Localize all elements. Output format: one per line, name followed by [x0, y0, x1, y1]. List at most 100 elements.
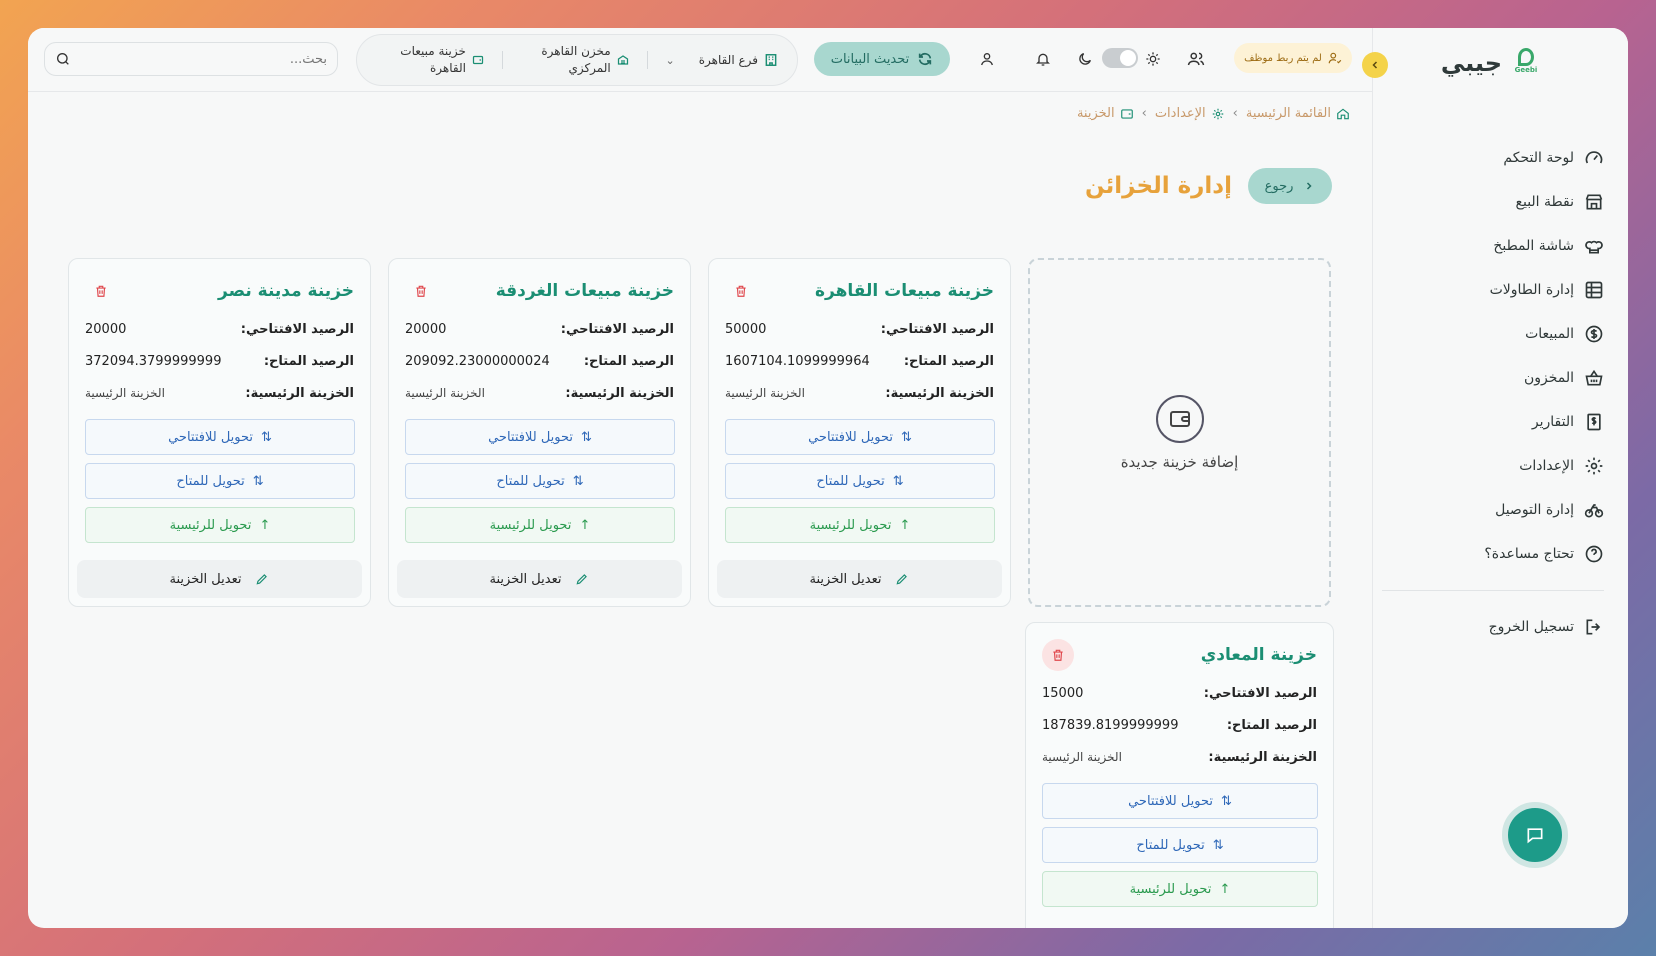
sidebar-collapse-button[interactable]	[1362, 52, 1388, 78]
sidebar-item-sales[interactable]: المبيعات	[1394, 312, 1604, 356]
branch-selector[interactable]: ⌄ فرع القاهرة	[666, 52, 779, 69]
swap-vertical-icon: ⇅	[581, 429, 592, 445]
breadcrumb-home[interactable]: القائمة الرئيسية	[1246, 106, 1350, 121]
transfer-to-available-button[interactable]: تحويل للمتاح ⇅	[725, 463, 995, 499]
transfer-to-main-label: تحويل للرئيسية	[489, 517, 572, 533]
delete-treasury-button[interactable]	[1042, 639, 1074, 671]
breadcrumb-settings[interactable]: الإعدادات	[1155, 106, 1225, 121]
opening-balance-label: الرصيد الافتتاحي:	[880, 321, 994, 337]
sidebar-item-label: المبيعات	[1525, 326, 1574, 342]
back-button[interactable]: رجوع	[1248, 168, 1332, 204]
available-balance-label: الرصيد المتاح:	[903, 353, 994, 369]
main-treasury-label: الخزينة الرئيسية:	[245, 385, 354, 401]
theme-toggle[interactable]	[1102, 48, 1138, 68]
logout-button[interactable]: تسجيل الخروج	[1394, 605, 1604, 649]
treasury-selector[interactable]: خزينة مبيعات القاهرة	[376, 43, 484, 77]
edit-treasury-label: تعديل الخزينة	[169, 571, 242, 587]
staff-status-badge[interactable]: لم يتم ربط موظف	[1234, 43, 1352, 73]
chevron-right-icon	[1307, 182, 1312, 190]
sidebar-item-label: إدارة الطاولات	[1489, 282, 1574, 298]
edit-treasury-button[interactable]: تعديل الخزينة	[717, 560, 1002, 598]
trash-icon	[416, 285, 426, 297]
main-treasury-label: الخزينة الرئيسية:	[1208, 749, 1317, 765]
warehouse-selector[interactable]: مخزن القاهرة المركزي	[521, 43, 629, 77]
trash-icon	[736, 285, 746, 297]
transfer-to-opening-button[interactable]: تحويل للافتتاحي ⇅	[85, 419, 355, 455]
transfer-to-available-button[interactable]: تحويل للمتاح ⇅	[1042, 827, 1318, 863]
wallet-icon	[1120, 108, 1133, 119]
sidebar-item-help[interactable]: تحتاج مساعدة؟	[1394, 532, 1604, 576]
logout-label: تسجيل الخروج	[1488, 619, 1574, 635]
treasury-card: خزينة المعادي 15000 الرصيد الافتتاحي: 187…	[1025, 622, 1334, 928]
transfer-to-available-label: تحويل للمتاح	[496, 473, 565, 489]
delete-treasury-button[interactable]	[725, 275, 757, 307]
breadcrumb-separator: ›	[1232, 106, 1238, 121]
sidebar-item-settings[interactable]: الإعدادات	[1394, 444, 1604, 488]
transfer-to-main-button[interactable]: تحويل للرئيسية ↑	[1042, 871, 1318, 907]
brand[interactable]: جيبي Geebi	[1441, 48, 1540, 78]
logout-icon	[1586, 619, 1601, 635]
refresh-icon	[919, 52, 932, 66]
search-box[interactable]	[44, 42, 338, 76]
opening-balance-label: الرصيد الافتتاحي:	[560, 321, 674, 337]
warehouse-icon	[617, 55, 628, 65]
treasury-card: خزينة مدينة نصر 20000 الرصيد الافتتاحي: 3…	[68, 258, 371, 607]
sun-icon	[1142, 48, 1164, 70]
sidebar-item-inventory[interactable]: المخزون	[1394, 356, 1604, 400]
search-input[interactable]	[79, 51, 327, 67]
transfer-to-opening-label: تحويل للافتتاحي	[168, 429, 254, 445]
available-balance-value: 209092.23000000024	[405, 353, 550, 369]
users-button[interactable]	[1185, 48, 1207, 70]
sidebar-item-pos[interactable]: نقطة البيع	[1394, 180, 1604, 224]
edit-treasury-button[interactable]: تعديل الخزينة	[397, 560, 682, 598]
trash-icon	[96, 285, 106, 297]
table-grid-icon	[1585, 281, 1603, 299]
profile-button[interactable]	[976, 48, 998, 70]
pencil-icon	[897, 574, 908, 585]
refresh-data-button[interactable]: تحديث البيانات	[814, 42, 950, 76]
chat-button[interactable]	[1502, 802, 1568, 868]
main-treasury-label: الخزينة الرئيسية:	[565, 385, 674, 401]
transfer-to-opening-button[interactable]: تحويل للافتتاحي ⇅	[405, 419, 675, 455]
pencil-icon	[577, 574, 588, 585]
brand-logo: Geebi	[1512, 48, 1540, 78]
main-content: القائمة الرئيسية › الإعدادات › الخزينة ر…	[28, 92, 1372, 928]
sidebar-item-reports[interactable]: التقارير	[1394, 400, 1604, 444]
transfer-to-main-button[interactable]: تحويل للرئيسية ↑	[85, 507, 355, 543]
swap-vertical-icon: ⇅	[252, 473, 264, 489]
opening-balance-label: الرصيد الافتتاحي:	[240, 321, 354, 337]
add-treasury-label: إضافة خزينة جديدة	[1120, 452, 1239, 471]
delete-treasury-button[interactable]	[85, 275, 117, 307]
available-balance-label: الرصيد المتاح:	[583, 353, 674, 369]
transfer-to-main-label: تحويل للرئيسية	[1129, 881, 1212, 897]
transfer-to-available-button[interactable]: تحويل للمتاح ⇅	[405, 463, 675, 499]
treasury-title: خزينة المعادي	[1200, 645, 1317, 665]
transfer-to-main-button[interactable]: تحويل للرئيسية ↑	[725, 507, 995, 543]
notifications-button[interactable]	[1032, 48, 1054, 70]
users-icon	[1187, 52, 1205, 66]
arrow-up-icon: ↑	[579, 517, 591, 533]
breadcrumb-current-label: الخزينة	[1076, 106, 1115, 121]
sidebar-item-delivery[interactable]: إدارة التوصيل	[1394, 488, 1604, 532]
gear-icon	[1585, 457, 1603, 475]
sidebar-item-tables[interactable]: إدارة الطاولات	[1394, 268, 1604, 312]
delete-treasury-button[interactable]	[405, 275, 437, 307]
transfer-to-opening-button[interactable]: تحويل للافتتاحي ⇅	[1042, 783, 1318, 819]
transfer-to-available-button[interactable]: تحويل للمتاح ⇅	[85, 463, 355, 499]
sidebar-item-dashboard[interactable]: لوحة التحكم	[1394, 136, 1604, 180]
chevron-down-icon: ⌄	[665, 53, 675, 67]
opening-balance-value: 50000	[725, 321, 767, 337]
sidebar-item-kitchen[interactable]: شاشة المطبخ	[1394, 224, 1604, 268]
transfer-to-main-button[interactable]: تحويل للرئيسية ↑	[405, 507, 675, 543]
chat-icon	[1527, 828, 1543, 844]
transfer-to-opening-button[interactable]: تحويل للافتتاحي ⇅	[725, 419, 995, 455]
add-treasury-card[interactable]: إضافة خزينة جديدة	[1028, 258, 1331, 607]
edit-treasury-button[interactable]: تعديل الخزينة	[77, 560, 362, 598]
transfer-to-opening-label: تحويل للافتتاحي	[808, 429, 894, 445]
sidebar: جيبي Geebi لوحة التحكم نقطة البيع شاشة ا…	[1372, 28, 1628, 928]
opening-balance-label: الرصيد الافتتاحي:	[1203, 685, 1317, 701]
breadcrumb-current: الخزينة	[1077, 106, 1134, 121]
page-header: رجوع إدارة الخزائن	[1085, 168, 1332, 204]
transfer-to-available-label: تحويل للمتاح	[816, 473, 885, 489]
sidebar-item-label: التقارير	[1531, 414, 1574, 430]
